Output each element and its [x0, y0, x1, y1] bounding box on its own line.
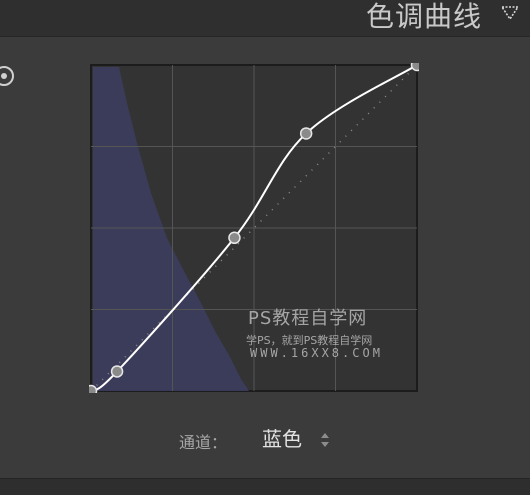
target-adjust-icon[interactable]: [0, 64, 16, 88]
watermark-title: PS教程自学网: [248, 308, 368, 329]
updown-arrows-icon: [321, 433, 329, 447]
panel-header[interactable]: 色调曲线: [0, 0, 530, 37]
curve-control-point[interactable]: [228, 231, 241, 245]
curve-control-point[interactable]: [110, 365, 124, 378]
panel-footer: [0, 478, 530, 495]
channel-label: 通道：: [179, 433, 228, 452]
curve-control-point[interactable]: [84, 384, 98, 398]
triangle-down-icon[interactable]: [500, 6, 520, 22]
watermark-url: WWW.16XX8.COM: [250, 346, 383, 360]
curve-control-point[interactable]: [410, 58, 424, 72]
channel-select[interactable]: 蓝色: [262, 426, 342, 452]
curve-control-point[interactable]: [299, 127, 313, 140]
channel-value: 蓝色: [262, 427, 302, 451]
panel-title: 色调曲线: [365, 0, 482, 33]
channel-row: 通道： 蓝色: [0, 426, 530, 454]
